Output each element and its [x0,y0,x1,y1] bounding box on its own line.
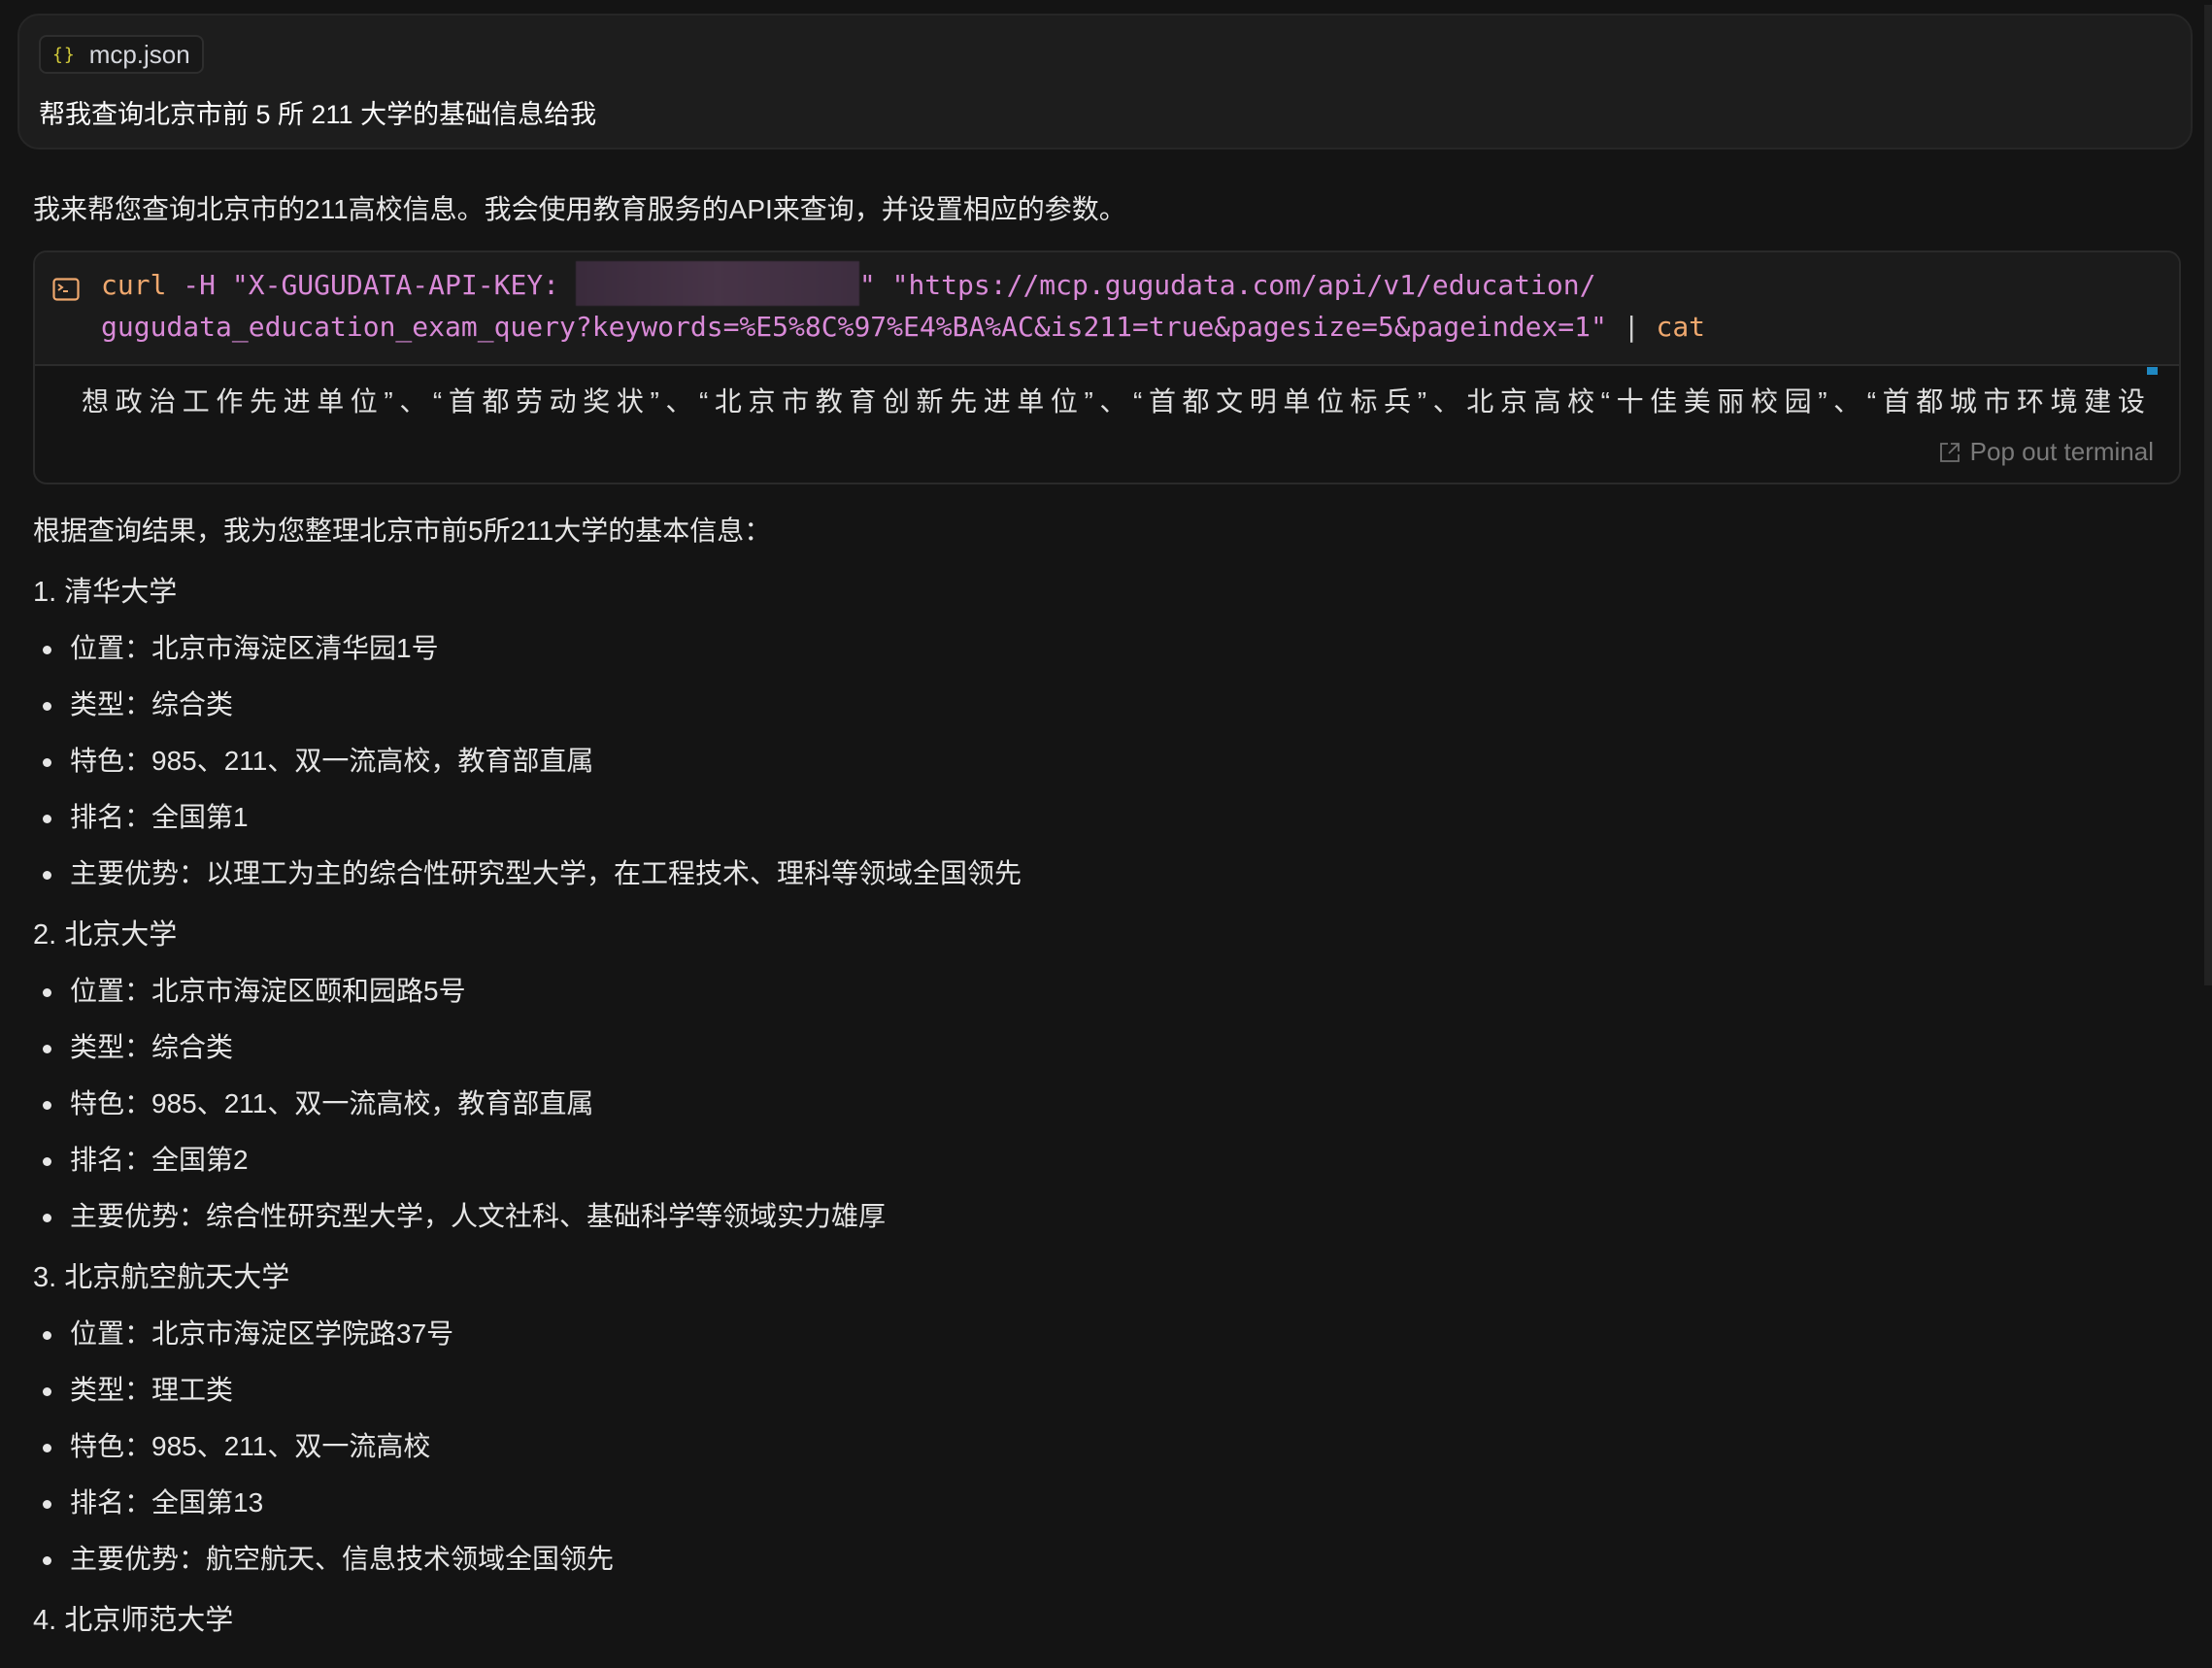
pop-out-terminal-label: Pop out terminal [1969,437,2154,466]
command-url-part1: " "https://mcp.gugudata.com/api/v1/educa… [858,269,1596,301]
assistant-response: 根据查询结果，我为您整理北京市前5所211大学的基本信息： 1. 清华大学位置：… [33,513,2169,1639]
list-item: 位置：北京市海淀区颐和园路5号 [33,973,2169,1010]
pop-out-terminal-button[interactable]: Pop out terminal [1939,437,2154,467]
list-item: 主要优势：航空航天、信息技术领域全国领先 [33,1541,2169,1578]
terminal-command[interactable]: curl -H "X-GUGUDATA-API-KEY: " "https://… [101,261,1706,348]
list-item-text: 位置：北京市海淀区颐和园路5号 [70,976,466,1006]
university-title: 4. 北京师范大学 [33,1605,234,1636]
bullet-icon [43,1045,51,1053]
university-detail-list: 位置：北京市海淀区颐和园路5号 类型：综合类特色：985、211、双一流高校，教育… [33,973,2169,1235]
list-item-text: 主要优势：航空航天、信息技术领域全国领先 [70,1544,615,1574]
command-pipe-target: cat [1656,311,1706,343]
bullet-icon [43,871,51,880]
bullet-icon [43,1444,51,1452]
bullet-icon [43,1500,51,1509]
list-item: 特色：985、211、双一流高校，教育部直属 [33,743,2169,780]
bullet-icon [43,988,51,997]
list-item-text: 主要优势：综合性研究型大学，人文社科、基础科学等领域实力雄厚 [70,1201,887,1231]
list-item: 特色：985、211、双一流高校 [33,1428,2169,1465]
terminal-block: curl -H "X-GUGUDATA-API-KEY: " "https://… [33,250,2181,484]
bullet-icon [43,758,51,767]
university-title: 3. 北京航空航天大学 [33,1262,290,1293]
terminal-scroll-indicator [2147,367,2158,375]
list-item: 主要优势：综合性研究型大学，人文社科、基础科学等领域实力雄厚 [33,1198,2169,1235]
bullet-icon [43,1101,51,1110]
user-message-text: 帮我查询北京市前 5 所 211 大学的基础信息给我 [39,100,597,129]
university-detail-list: 位置：北京市海淀区学院路37号 类型：理工类特色：985、211、双一流高校 排名：… [33,1316,2169,1578]
redacted-api-key [575,261,859,306]
list-item-text: 特色：985、211、双一流高校，教育部直属 [70,746,594,776]
list-item: 排名：全国第2 [33,1142,2169,1179]
university-title: 2. 北京大学 [33,919,178,951]
attached-file-chip[interactable]: {} mcp.json [39,35,204,74]
list-item: 位置：北京市海淀区清华园1号 [33,630,2169,667]
user-message-card: {} mcp.json 帮我查询北京市前 5 所 211 大学的基础信息给我 [17,14,2193,150]
json-braces-icon: {} [52,44,76,65]
list-item-text: 主要优势：以理工为主的综合性研究型大学，在工程技术、理科等领域全国领先 [70,858,1022,888]
list-item: 类型：综合类 [33,686,2169,723]
bullet-icon [43,646,51,654]
external-link-icon [1939,442,1960,462]
list-item-text: 位置：北京市海淀区清华园1号 [70,633,439,663]
list-item: 主要优势：以理工为主的综合性研究型大学，在工程技术、理科等领域全国领先 [33,855,2169,892]
chat-view: {} mcp.json 帮我查询北京市前 5 所 211 大学的基础信息给我 我… [0,0,2212,1668]
attached-file-name: mcp.json [88,39,190,69]
summary-text: 根据查询结果，我为您整理北京市前5所211大学的基本信息： [33,516,772,546]
bullet-icon [43,1331,51,1340]
list-item-text: 特色：985、211、双一流高校 [70,1431,431,1461]
scrollbar[interactable] [2204,5,2212,985]
bullet-icon [43,702,51,711]
list-item-text: 排名：全国第1 [70,802,249,832]
university-detail-list: 位置：北京市海淀区清华园1号 类型：综合类特色：985、211、双一流高校，教育部… [33,630,2169,892]
list-item-text: 类型：理工类 [70,1375,234,1405]
list-item-text: 位置：北京市海淀区学院路37号 [70,1318,454,1349]
list-item: 类型：理工类 [33,1372,2169,1409]
terminal-command-area: curl -H "X-GUGUDATA-API-KEY: " "https://… [35,252,2179,366]
list-item-text: 排名：全国第13 [70,1487,264,1518]
bullet-icon [43,1214,51,1222]
list-item: 类型：综合类 [33,1029,2169,1066]
command-pipe: | [1623,311,1640,343]
command-keyword: curl [101,269,167,301]
list-item: 排名：全国第1 [33,799,2169,836]
list-item-text: 排名：全国第2 [70,1145,249,1175]
assistant-intro-text: 我来帮您查询北京市的211高校信息。我会使用教育服务的API来查询，并设置相应的… [33,194,1126,224]
terminal-icon [52,278,80,301]
bullet-icon [43,1157,51,1166]
list-item: 位置：北京市海淀区学院路37号 [33,1316,2169,1352]
command-header-flag: -H "X-GUGUDATA-API-KEY: [166,269,560,301]
bullet-icon [43,1387,51,1396]
list-item: 排名：全国第13 [33,1485,2169,1521]
list-item-text: 类型：综合类 [70,1032,234,1062]
list-item-text: 类型：综合类 [70,689,234,719]
list-item: 特色：985、211、双一流高校，教育部直属 [33,1085,2169,1122]
terminal-output: 想政治工作先进单位”、“首都劳动奖状”、“北京市教育创新先进单位”、“首都文明单… [82,386,2152,417]
list-item-text: 特色：985、211、双一流高校，教育部直属 [70,1088,594,1118]
bullet-icon [43,1556,51,1565]
command-url-part2: gugudata_education_exam_query?keywords=%… [101,311,1607,343]
bullet-icon [43,815,51,823]
university-list: 1. 清华大学 位置：北京市海淀区清华园1号 类型：综合类 特色：985、211、双一… [33,574,2169,1639]
university-title: 1. 清华大学 [33,577,178,608]
